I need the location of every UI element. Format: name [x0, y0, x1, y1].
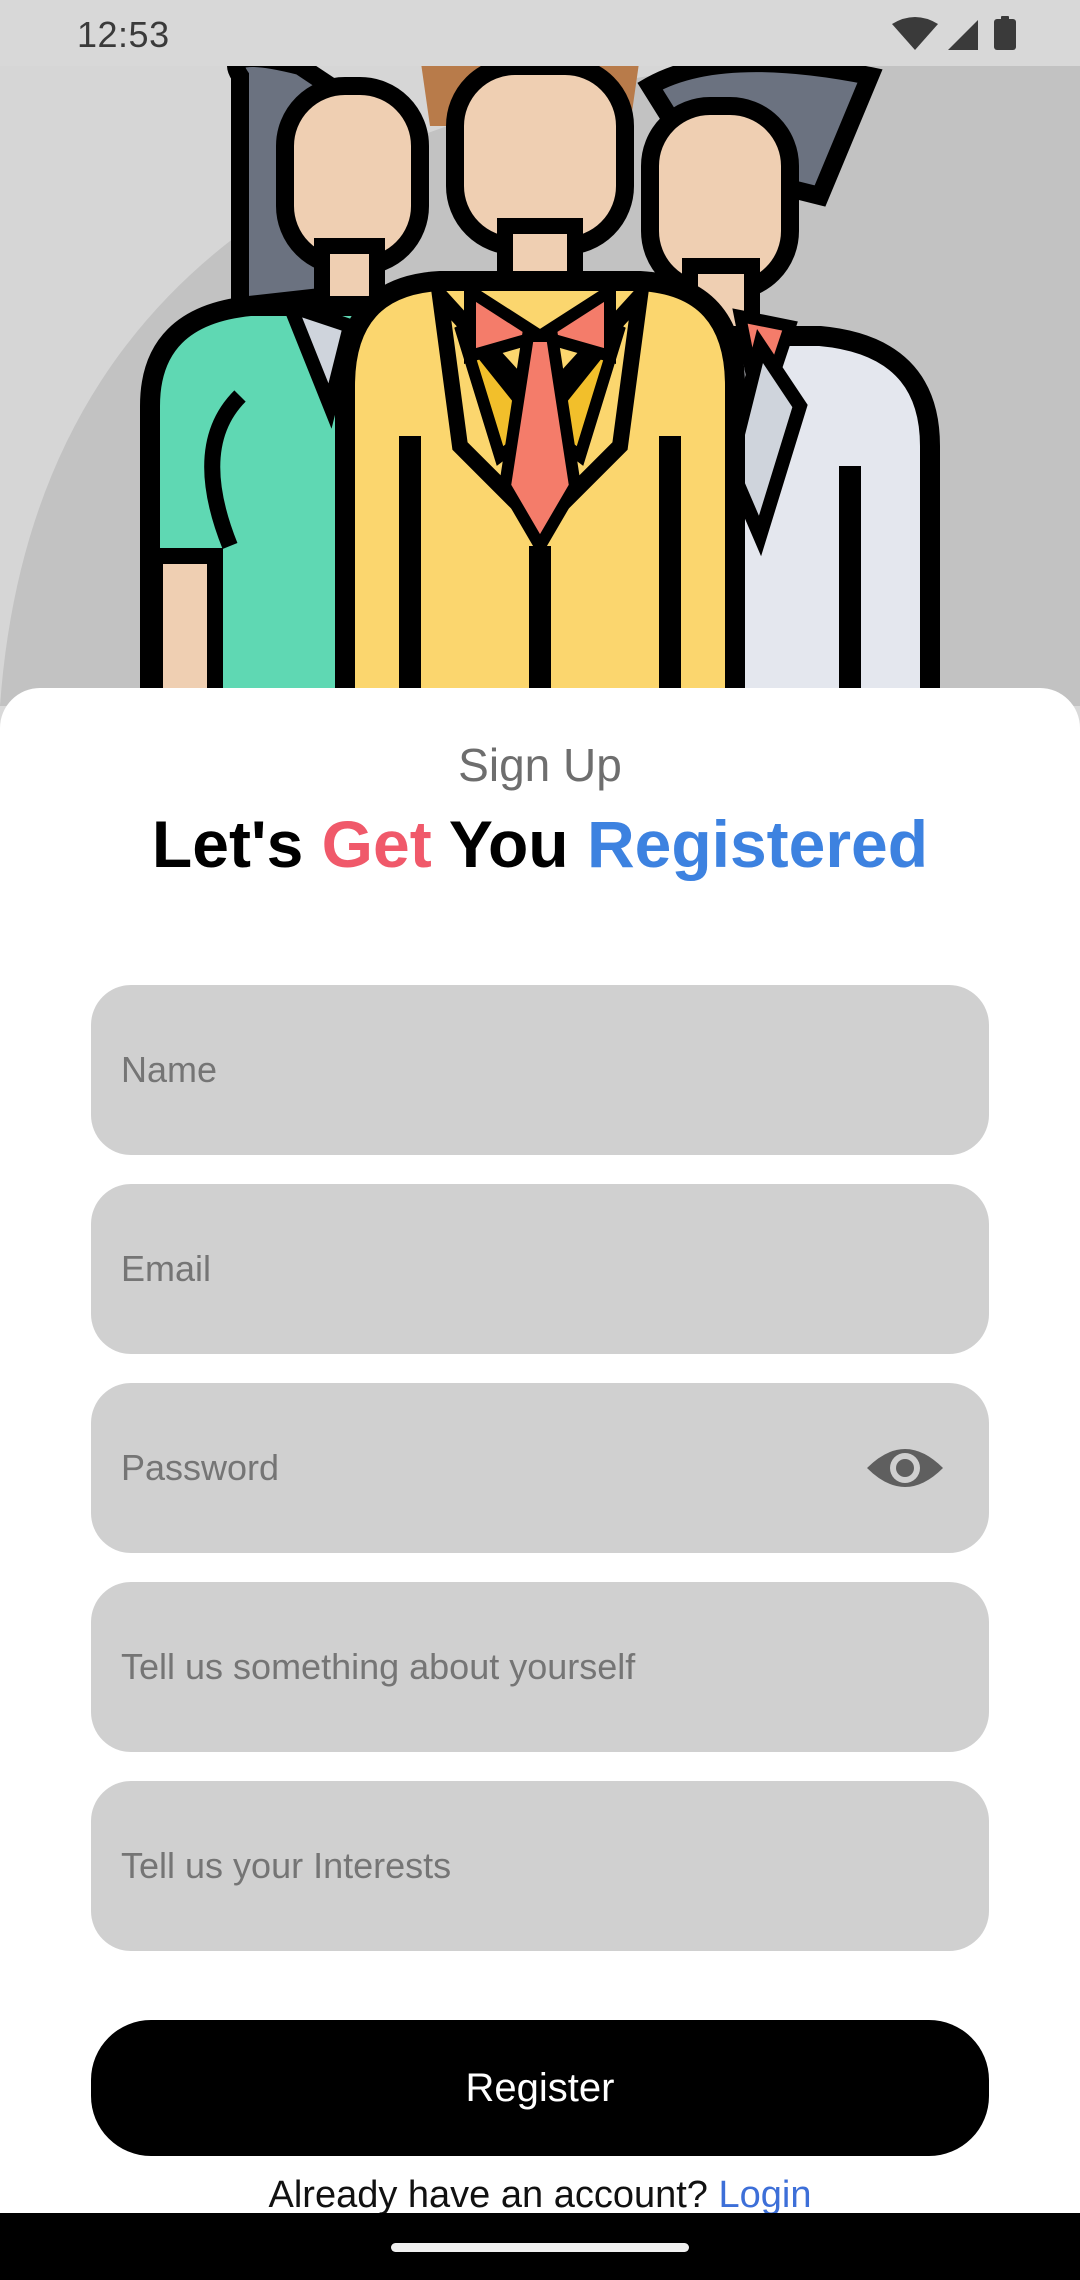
about-field[interactable]: Tell us something about yourself: [91, 1582, 989, 1752]
name-field[interactable]: Name: [91, 985, 989, 1155]
wifi-icon: [892, 17, 938, 50]
register-button[interactable]: Register: [91, 2020, 989, 2156]
title-part-get: Get: [321, 807, 432, 881]
email-field[interactable]: Email: [91, 1184, 989, 1354]
password-placeholder: Password: [121, 1447, 280, 1488]
interests-field[interactable]: Tell us your Interests: [91, 1781, 989, 1951]
status-bar: 12:53: [0, 0, 1080, 66]
people-group-illustration: [0, 66, 1080, 706]
title-part-you: You: [431, 807, 587, 881]
about-placeholder: Tell us something about yourself: [121, 1646, 636, 1687]
status-icons: [892, 16, 1016, 50]
login-prompt-text: Already have an account?: [268, 2174, 708, 2216]
hero-banner: [0, 66, 1080, 706]
login-link[interactable]: Login: [719, 2174, 812, 2216]
home-indicator[interactable]: [391, 2243, 689, 2252]
navigation-bar: [0, 2213, 1080, 2280]
eye-icon[interactable]: [865, 1438, 945, 1498]
signup-title: Let's Get You Registered: [0, 806, 1080, 882]
signup-subtitle: Sign Up: [458, 739, 622, 791]
cellular-signal-icon: [948, 20, 978, 50]
signup-card: Sign Up Let's Get You Registered Name Em…: [0, 688, 1080, 2216]
title-part-lets: Let's: [151, 807, 322, 881]
login-prompt-row: Already have an account? Login: [0, 2174, 1080, 2217]
password-field[interactable]: Password: [91, 1383, 989, 1553]
name-placeholder: Name: [121, 1049, 218, 1090]
battery-icon: [994, 16, 1016, 50]
interests-placeholder: Tell us your Interests: [121, 1845, 452, 1886]
title-part-registered: Registered: [586, 807, 929, 881]
email-placeholder: Email: [121, 1248, 212, 1289]
status-time: 12:53: [77, 14, 170, 55]
